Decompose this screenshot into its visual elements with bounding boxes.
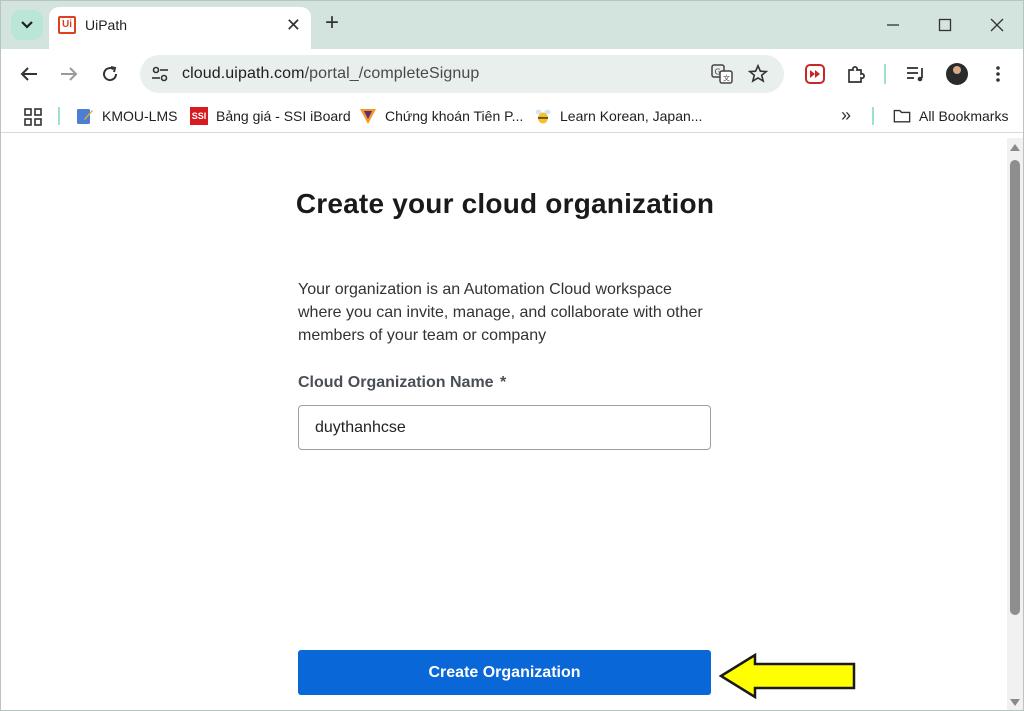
bookmark-ssi-iboard[interactable]: SSI Bảng giá - SSI iBoard bbox=[190, 106, 351, 126]
bookmarks-divider bbox=[58, 107, 60, 125]
svg-text:文: 文 bbox=[723, 74, 730, 83]
scroll-up-arrow-icon[interactable] bbox=[1010, 144, 1020, 151]
maximize-icon bbox=[938, 18, 952, 32]
tab-close-icon[interactable]: ✕ bbox=[286, 15, 301, 36]
svg-text:G: G bbox=[715, 68, 721, 77]
required-marker: * bbox=[500, 374, 507, 391]
scrollbar-thumb[interactable] bbox=[1010, 160, 1020, 615]
extension-button-red[interactable] bbox=[802, 61, 828, 87]
page-title: Create your cloud organization bbox=[295, 188, 715, 219]
page-content: Create your cloud organization Your orga… bbox=[1, 138, 1009, 710]
tab-strip: Ui UiPath ✕ + bbox=[1, 1, 1023, 49]
minimize-icon bbox=[887, 24, 899, 26]
page-scrollbar[interactable] bbox=[1007, 138, 1023, 710]
forward-arrow-icon bbox=[61, 67, 78, 81]
org-name-label: Cloud Organization Name * bbox=[298, 374, 506, 392]
translate-icon: G文 bbox=[711, 64, 733, 84]
site-info-button[interactable] bbox=[146, 60, 174, 88]
create-organization-button[interactable]: Create Organization bbox=[298, 650, 711, 695]
close-icon bbox=[990, 18, 1004, 32]
bookmark-learn-korean[interactable]: Learn Korean, Japan... bbox=[534, 106, 702, 126]
avatar bbox=[946, 63, 968, 85]
more-vertical-icon bbox=[996, 66, 1000, 82]
toolbar-divider bbox=[884, 64, 886, 84]
browser-window: Ui UiPath ✕ + cloud.uipath.com/portal_/c… bbox=[0, 0, 1024, 711]
bookmarks-divider bbox=[872, 107, 874, 125]
close-window-button[interactable] bbox=[971, 1, 1023, 49]
tab-search-button[interactable] bbox=[11, 10, 43, 40]
bee-icon bbox=[534, 107, 552, 125]
browser-tab-uipath[interactable]: Ui UiPath ✕ bbox=[49, 7, 311, 49]
scroll-down-arrow-icon[interactable] bbox=[1010, 699, 1020, 706]
extensions-button[interactable] bbox=[843, 61, 869, 87]
ssi-icon: SSI bbox=[190, 107, 208, 125]
all-bookmarks-button[interactable]: All Bookmarks bbox=[893, 106, 1008, 126]
tune-icon bbox=[152, 66, 168, 82]
bookmarks-bar: KMOU-LMS SSI Bảng giá - SSI iBoard Chứng… bbox=[1, 99, 1023, 133]
apps-button[interactable] bbox=[23, 107, 43, 127]
back-arrow-icon bbox=[20, 67, 37, 81]
bookmark-star-button[interactable] bbox=[747, 64, 769, 84]
folder-icon bbox=[893, 107, 911, 125]
address-bar[interactable]: cloud.uipath.com/portal_/completeSignup … bbox=[140, 55, 784, 93]
bookmark-label: Bảng giá - SSI iBoard bbox=[216, 108, 351, 124]
maximize-button[interactable] bbox=[919, 1, 971, 49]
url-path: /portal_/completeSignup bbox=[304, 65, 480, 82]
puzzle-icon bbox=[848, 66, 865, 83]
browser-menu-button[interactable] bbox=[985, 61, 1011, 87]
page-description: Your organization is an Automation Cloud… bbox=[298, 281, 703, 344]
url-text: cloud.uipath.com/portal_/completeSignup bbox=[182, 65, 479, 83]
apps-grid-icon bbox=[24, 108, 42, 126]
bookmark-label: Learn Korean, Japan... bbox=[560, 108, 703, 124]
all-bookmarks-label: All Bookmarks bbox=[919, 108, 1009, 124]
profile-button[interactable] bbox=[944, 61, 970, 87]
url-host: cloud.uipath.com bbox=[182, 65, 305, 82]
bookmark-chung-khoan[interactable]: Chứng khoán Tiên P... bbox=[359, 106, 523, 126]
annotation-arrow-icon bbox=[718, 653, 856, 699]
bookmark-label: KMOU-LMS bbox=[102, 108, 178, 124]
window-controls bbox=[867, 1, 1023, 49]
queue-music-icon bbox=[907, 67, 923, 82]
bookmark-label: Chứng khoán Tiên P... bbox=[385, 108, 524, 124]
forward-button[interactable] bbox=[56, 61, 82, 87]
back-button[interactable] bbox=[16, 61, 42, 87]
media-control-button[interactable] bbox=[903, 61, 929, 87]
browser-toolbar: cloud.uipath.com/portal_/completeSignup … bbox=[1, 49, 1023, 99]
minimize-button[interactable] bbox=[867, 1, 919, 49]
reload-button[interactable] bbox=[97, 61, 123, 87]
org-name-input[interactable] bbox=[298, 405, 711, 450]
org-name-label-text: Cloud Organization Name bbox=[298, 374, 494, 391]
bookmark-kmou-lms[interactable]: KMOU-LMS bbox=[76, 106, 177, 126]
kmou-icon bbox=[76, 107, 94, 125]
more-bookmarks-button[interactable]: » bbox=[841, 105, 851, 126]
translate-button[interactable]: G文 bbox=[711, 64, 733, 84]
tab-title: UiPath bbox=[85, 17, 128, 33]
uipath-logo-icon: Ui bbox=[58, 16, 76, 34]
new-tab-button[interactable]: + bbox=[325, 11, 339, 35]
star-icon bbox=[748, 64, 768, 83]
fast-forward-extension-icon bbox=[805, 64, 825, 84]
reload-icon bbox=[103, 66, 118, 82]
chevron-down-icon bbox=[21, 21, 33, 29]
tpbs-icon bbox=[359, 107, 377, 125]
